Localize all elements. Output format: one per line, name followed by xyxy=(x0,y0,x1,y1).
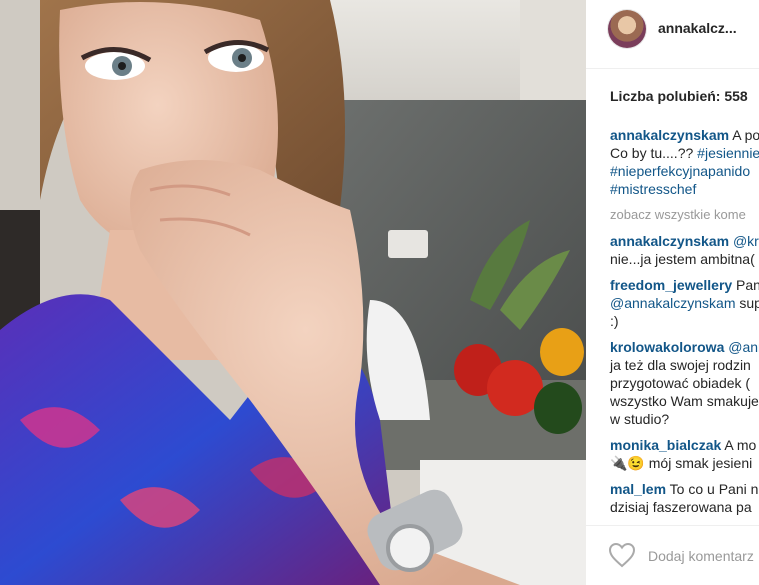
comment-author[interactable]: mal_lem xyxy=(610,481,666,497)
comment-text: przygotować obiadek ( xyxy=(610,375,751,391)
add-comment-input[interactable]: Dodaj komentarz xyxy=(648,548,754,564)
comment-mention[interactable]: @annakalczynskam xyxy=(610,295,736,311)
comments-list: annakalczynskam A po Co by tu....?? #jes… xyxy=(610,126,759,550)
comment-text: Pan xyxy=(732,277,759,293)
like-count[interactable]: Liczba polubień: 558 xyxy=(610,88,748,104)
comment-text: To co u Pani n xyxy=(666,481,759,497)
caption: annakalczynskam A po Co by tu....?? #jes… xyxy=(610,126,759,198)
comment-text: w studio? xyxy=(610,411,670,427)
post-photo[interactable] xyxy=(0,0,586,585)
comment: freedom_jewellery Pan @annakalczynskam s… xyxy=(610,276,759,330)
comment-bar: Dodaj komentarz xyxy=(586,525,759,585)
comment: annakalczynskam @kr nie...ja jestem ambi… xyxy=(610,232,759,268)
comment-text: sup xyxy=(739,295,759,311)
post-header: annakalcz... xyxy=(586,0,759,69)
comment: mal_lem To co u Pani n dzisiaj faszerowa… xyxy=(610,480,759,516)
comment-text: nie...ja jestem ambitna( xyxy=(610,251,755,267)
comment-author[interactable]: annakalczynskam xyxy=(610,233,729,249)
post-username[interactable]: annakalcz... xyxy=(658,20,737,36)
hashtag-link[interactable]: #mistresschef xyxy=(610,181,696,197)
post-details-panel: annakalcz... Liczba polubień: 558 annaka… xyxy=(586,0,759,585)
comment-mention[interactable]: @ann xyxy=(724,339,759,355)
comment-text: dzisiaj faszerowana pa xyxy=(610,499,752,515)
caption-author[interactable]: annakalczynskam xyxy=(610,127,729,143)
comment: monika_bialczak A mo 🔌😉 mój smak jesieni xyxy=(610,436,759,472)
hashtag-link[interactable]: #jesiennie xyxy=(697,145,759,161)
caption-text-line2: Co by tu....?? xyxy=(610,145,698,161)
heart-outline-icon[interactable] xyxy=(608,542,636,568)
comment: krolowakolorowa @ann ja też dla swojej r… xyxy=(610,338,759,428)
comment-text: A mo xyxy=(721,437,757,453)
comment-author[interactable]: monika_bialczak xyxy=(610,437,721,453)
comment-mention[interactable]: @kr xyxy=(729,233,759,249)
avatar[interactable] xyxy=(608,10,646,48)
hashtag-link[interactable]: #nieperfekcyjnapanido xyxy=(610,163,750,179)
comment-text: ja też dla swojej rodzin xyxy=(610,357,751,373)
comment-text: 🔌😉 mój smak jesieni xyxy=(610,455,753,471)
comment-text: :) xyxy=(610,313,619,329)
comment-text: wszystko Wam smakuje xyxy=(610,393,759,409)
caption-text: A po xyxy=(729,127,759,143)
comment-author[interactable]: krolowakolorowa xyxy=(610,339,724,355)
comment-author[interactable]: freedom_jewellery xyxy=(610,277,732,293)
view-all-comments-link[interactable]: zobacz wszystkie kome xyxy=(610,206,759,224)
